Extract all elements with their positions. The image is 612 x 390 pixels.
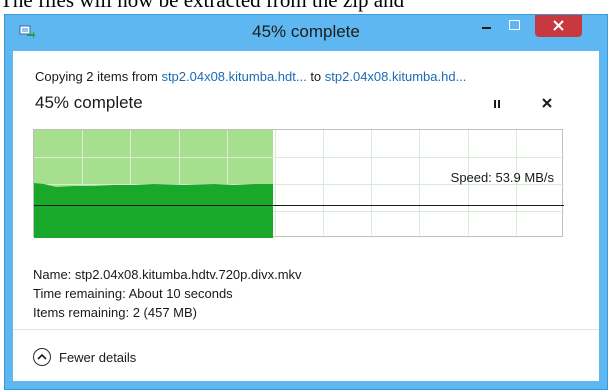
maximize-button[interactable] [501, 15, 528, 37]
transfer-details: Name: stp2.04x08.kitumba.hdtv.720p.divx.… [33, 265, 302, 322]
file-name: Name: stp2.04x08.kitumba.hdtv.720p.divx.… [33, 267, 302, 282]
close-icon [553, 20, 564, 31]
items-remaining: Items remaining: 2 (457 MB) [33, 305, 198, 320]
cancel-icon [542, 98, 552, 108]
copy-description: Copying 2 items from stp2.04x08.kitumba.… [35, 69, 466, 84]
minimize-button[interactable] [473, 15, 500, 37]
copy-dialog-window: 45% complete Copying 2 items from stp2.0… [4, 14, 608, 390]
speed-readout: Speed: 53.9 MB/s [450, 170, 554, 185]
footer-divider [13, 329, 599, 330]
fewer-details-button[interactable]: Fewer details [33, 345, 136, 369]
pause-button[interactable] [489, 97, 505, 111]
percent-complete-heading: 45% complete [35, 93, 143, 112]
chevron-up-icon [33, 348, 51, 366]
title-bar[interactable]: 45% complete [5, 15, 607, 51]
destination-folder-link[interactable]: stp2.04x08.kitumba.hd... [325, 69, 467, 84]
speed-history-area [34, 183, 273, 238]
cancel-copy-button[interactable] [539, 95, 555, 111]
copy-prefix: Copying 2 items from [35, 69, 162, 84]
minimize-icon [482, 27, 491, 29]
fewer-details-label: Fewer details [59, 349, 137, 365]
dialog-content: Copying 2 items from stp2.04x08.kitumba.… [13, 51, 599, 381]
close-window-button[interactable] [535, 15, 582, 37]
copy-middle: to [306, 69, 325, 84]
background-document-text: The files will now be extracted from the… [0, 0, 405, 12]
pause-icon [494, 100, 500, 108]
maximize-icon [509, 20, 520, 30]
time-remaining: Time remaining: About 10 seconds [33, 286, 233, 301]
transfer-speed-graph: Speed: 53.9 MB/s [33, 129, 564, 238]
source-folder-link[interactable]: stp2.04x08.kitumba.hdt... [161, 69, 306, 84]
